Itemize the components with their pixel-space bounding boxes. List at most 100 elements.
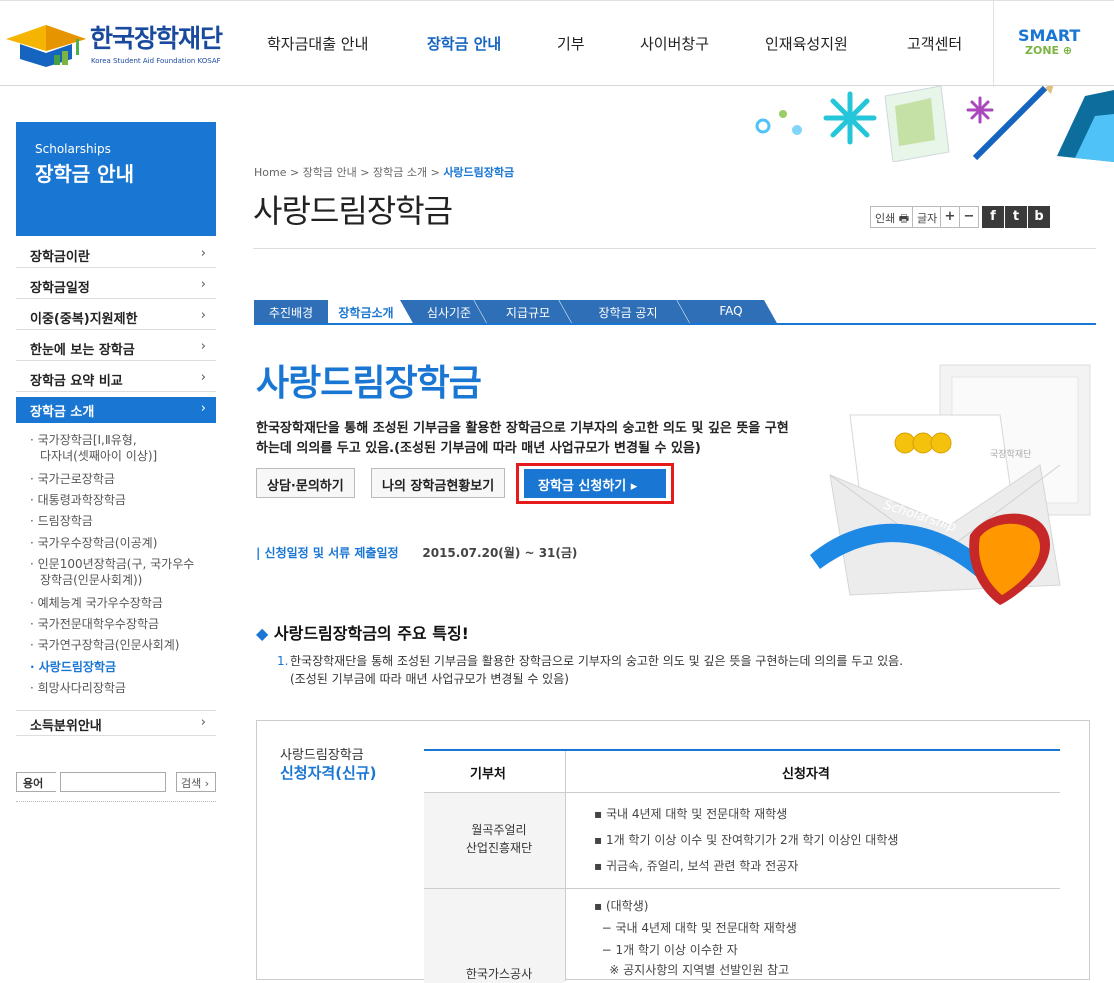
- qualification-table: 기부처 신청자격 월곡주얼리 산업진흥재단 ▪ 국내 4년제 대학 및 전문대학…: [424, 749, 1060, 983]
- submenu-national-cont[interactable]: 다자녀(셋째아이 이상)]: [40, 448, 157, 464]
- logo-name: 한국장학재단: [90, 24, 223, 53]
- submenu-work[interactable]: · 국가근로장학금: [30, 471, 115, 487]
- sidebar-item-label: 이중(중복)지원제한: [30, 312, 138, 327]
- submenu-research[interactable]: · 국가연구장학금(인문사회계): [30, 637, 179, 653]
- tab-introduction[interactable]: 장학금소개: [328, 300, 404, 324]
- sidebar-item-duplicate-limit[interactable]: 이중(중복)지원제한 ›: [16, 304, 216, 330]
- tab-criteria[interactable]: 심사기준: [414, 300, 484, 324]
- diamond-icon: ◆: [256, 624, 269, 643]
- table-row-divider: [424, 888, 1060, 889]
- tab-background[interactable]: 추진배경: [254, 300, 328, 324]
- submenu-arts[interactable]: · 예체능계 국가우수장학금: [30, 595, 163, 611]
- blog-icon[interactable]: b: [1028, 206, 1050, 228]
- sidebar-item-comparison[interactable]: 장학금 요약 비교 ›: [16, 366, 216, 392]
- page-title: 사랑드림장학금: [253, 192, 453, 230]
- submenu-humanities-cont[interactable]: 장학금(인문사회계)): [40, 572, 142, 588]
- site-header: 한국장학재단 Korea Student Aid Foundation KOSA…: [0, 0, 1114, 87]
- features-title: ◆ 사랑드림장학금의 주요 특징!: [256, 620, 469, 644]
- header-decoration-image: [755, 86, 1114, 162]
- sidebar-title-en: Scholarships: [35, 142, 111, 156]
- table-header-qualification: 신청자격: [782, 767, 830, 782]
- table-cell-qual-2: − 국내 4년제 대학 및 전문대학 재학생: [594, 921, 797, 935]
- chevron-right-icon: ›: [200, 715, 206, 730]
- submenu-presidential[interactable]: · 대통령과학장학금: [30, 492, 126, 508]
- hero-description: 한국장학재단을 통해 조성된 기부금을 활용한 장학금으로 기부자의 숭고한 의…: [256, 421, 789, 456]
- chevron-right-icon: ›: [200, 277, 206, 292]
- nav-donation[interactable]: 기부: [557, 33, 585, 54]
- chevron-right-icon: ›: [200, 339, 206, 354]
- feature-number: 1.: [277, 654, 289, 668]
- qualification-sublabel: 신청자격(신규): [280, 764, 377, 782]
- table-cell-donor-2: 한국가스공사: [465, 967, 533, 981]
- sidebar-item-about[interactable]: 장학금이란 ›: [16, 242, 216, 268]
- sidebar-item-label: 장학금일정: [30, 281, 90, 296]
- chevron-right-icon: ›: [200, 370, 206, 385]
- smart-zone-top: SMART: [1018, 26, 1081, 45]
- features-title-text: 사랑드림장학금의 주요 특징!: [268, 624, 469, 643]
- qualification-label: 사랑드림장학금: [280, 748, 364, 763]
- submenu-national[interactable]: · 국가장학금[Ⅰ,Ⅱ유형,: [30, 432, 137, 448]
- table-cell-qual-2: − 1개 학기 이상 이수한 자: [594, 943, 738, 957]
- submenu-humanities[interactable]: · 인문100년장학금(구, 국가우수: [30, 556, 194, 572]
- illustration-paper-text: 국장학재단: [990, 450, 1032, 460]
- nav-loan[interactable]: 학자금대출 안내: [267, 33, 368, 54]
- glossary-input[interactable]: [60, 772, 166, 792]
- table-cell-donor-1: 월곡주얼리 산업진흥재단: [465, 823, 533, 855]
- feature-line-2: (조성된 기부금에 따라 매년 사업규모가 변경될 수 있음): [290, 672, 569, 686]
- sidebar-item-schedule[interactable]: 장학금일정 ›: [16, 273, 216, 299]
- nav-scholarship[interactable]: 장학금 안내: [427, 33, 501, 54]
- glossary-search: 용어 검색 ›: [16, 772, 216, 794]
- table-cell-qual-1: ▪ 귀금속, 쥬얼리, 보석 관련 학과 전공자: [594, 859, 799, 873]
- breadcrumb: Home > 장학금 안내 > 장학금 소개 > 사랑드림장학금: [254, 164, 514, 180]
- sidebar-item-label: 한눈에 보는 장학금: [30, 343, 135, 358]
- tab-notice[interactable]: 장학금 공지: [573, 300, 683, 324]
- sidebar-item-label: 장학금이란: [30, 250, 90, 265]
- envelope-graphic: [810, 364, 1091, 605]
- sidebar-item-label: 장학금 요약 비교: [30, 374, 123, 389]
- divider: [16, 801, 216, 802]
- submenu-college[interactable]: · 국가전문대학우수장학금: [30, 616, 159, 632]
- breadcrumb-current: 사랑드림장학금: [443, 166, 515, 179]
- consult-button[interactable]: 상담·문의하기: [256, 468, 355, 498]
- tab-faq[interactable]: FAQ: [691, 300, 771, 324]
- chevron-right-icon: ›: [200, 401, 206, 416]
- nav-talent-support[interactable]: 인재육성지원: [765, 33, 848, 54]
- font-decrease-button[interactable]: −: [959, 206, 979, 228]
- apply-button[interactable]: 장학금 신청하기 ▸: [524, 469, 666, 498]
- sidebar-title-ko: 장학금 안내: [35, 162, 134, 186]
- nav-customer-center[interactable]: 고객센터: [907, 33, 962, 54]
- feature-line-1: 한국장학재단을 통해 조성된 기부금을 활용한 장학금으로 기부자의 숭고한 의…: [290, 654, 904, 668]
- hero-title: 사랑드림장학금: [256, 363, 482, 404]
- smart-zone-bottom: ZONE ⊕: [1025, 44, 1073, 57]
- site-logo[interactable]: 한국장학재단 Korea Student Aid Foundation KOSA…: [6, 17, 231, 69]
- nav-cyber-window[interactable]: 사이버창구: [640, 33, 709, 54]
- graduation-cap-icon: [6, 25, 86, 67]
- schedule-label: | 신청일정 및 서류 제출일정: [256, 546, 399, 560]
- sidebar-item-introduction[interactable]: 장학금 소개 ›: [16, 397, 216, 423]
- sidebar-item-label: 소득분위안내: [30, 719, 102, 734]
- submenu-dream[interactable]: · 드림장학금: [30, 513, 93, 529]
- submenu-excellence-sci[interactable]: · 국가우수장학금(이공계): [30, 535, 157, 551]
- submenu-hope-ladder[interactable]: · 희망사다리장학금: [30, 680, 126, 696]
- smart-zone-link[interactable]: SMART ZONE ⊕: [993, 1, 1114, 87]
- features-description: 1. 한국장학재단을 통해 조성된 기부금을 활용한 장학금으로 기부자의 숭고…: [277, 652, 1077, 688]
- glossary-search-button[interactable]: 검색 ›: [176, 772, 216, 792]
- sidebar-item-label: 장학금 소개: [30, 405, 95, 420]
- twitter-icon[interactable]: t: [1005, 206, 1027, 228]
- submenu-love-dream[interactable]: · 사랑드림장학금: [30, 659, 116, 675]
- sidebar-item-overview[interactable]: 한눈에 보는 장학금 ›: [16, 335, 216, 361]
- my-status-button[interactable]: 나의 장학금현황보기: [371, 468, 506, 498]
- glossary-label: 용어: [16, 772, 56, 792]
- sidebar-header: Scholarships 장학금 안내: [16, 122, 216, 236]
- sidebar-item-income[interactable]: 소득분위안내 ›: [16, 710, 216, 736]
- facebook-icon[interactable]: f: [982, 206, 1004, 228]
- tab-scale[interactable]: 지급규모: [488, 300, 568, 324]
- breadcrumb-path[interactable]: Home > 장학금 안내 > 장학금 소개 >: [254, 166, 443, 179]
- logo-subtitle: Korea Student Aid Foundation KOSAF: [91, 57, 221, 65]
- font-increase-button[interactable]: +: [940, 206, 960, 228]
- schedule-value: 2015.07.20(월) ~ 31(금): [422, 546, 578, 560]
- print-button[interactable]: 인쇄 🖶: [870, 206, 915, 228]
- table-header-donor: 기부처: [470, 767, 506, 782]
- tab-bar: 추진배경 장학금소개 심사기준 지급규모 장학금 공지 FAQ: [254, 300, 1096, 324]
- schedule-info: | 신청일정 및 서류 제출일정 2015.07.20(월) ~ 31(금): [256, 544, 577, 561]
